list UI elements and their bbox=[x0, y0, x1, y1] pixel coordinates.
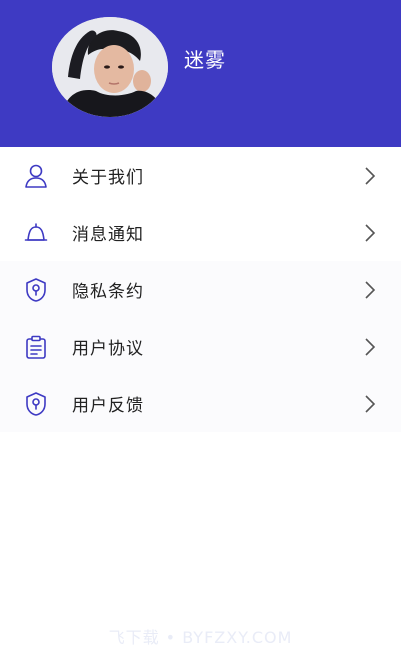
chevron-right-icon bbox=[362, 393, 378, 415]
watermark: 飞下载 • BYFZXY.COM bbox=[108, 628, 293, 647]
avatar-image bbox=[52, 17, 168, 117]
menu-item-label: 关于我们 bbox=[72, 168, 144, 188]
menu-item-notifications[interactable]: 消息通知 bbox=[0, 204, 401, 261]
avatar[interactable] bbox=[52, 17, 168, 117]
chevron-right-icon bbox=[362, 222, 378, 244]
menu-item-privacy-policy[interactable]: 隐私条约 bbox=[0, 261, 401, 318]
profile-header: 迷雾 bbox=[0, 0, 401, 147]
user-outline-icon bbox=[22, 162, 50, 190]
menu-item-user-agreement[interactable]: 用户协议 bbox=[0, 318, 401, 375]
menu-item-about-us[interactable]: 关于我们 bbox=[0, 147, 401, 204]
chevron-right-icon bbox=[362, 336, 378, 358]
shield-lock-icon bbox=[22, 276, 50, 304]
menu-item-label: 用户协议 bbox=[72, 339, 144, 359]
username: 迷雾 bbox=[184, 48, 226, 72]
profile-page: 迷雾 关于我们 消息通知 隐私条约 用户协议 用户反馈 飞下载 • BYFZXY… bbox=[0, 0, 401, 660]
chevron-right-icon bbox=[362, 279, 378, 301]
menu-item-user-feedback[interactable]: 用户反馈 bbox=[0, 375, 401, 432]
menu-item-label: 隐私条约 bbox=[72, 282, 144, 302]
chevron-right-icon bbox=[362, 165, 378, 187]
menu-item-label: 消息通知 bbox=[72, 225, 144, 245]
menu-item-label: 用户反馈 bbox=[72, 396, 144, 416]
clipboard-icon bbox=[22, 333, 50, 361]
settings-menu: 关于我们 消息通知 隐私条约 用户协议 用户反馈 bbox=[0, 147, 401, 432]
shield-lock-icon bbox=[22, 390, 50, 418]
bell-icon bbox=[22, 219, 50, 247]
